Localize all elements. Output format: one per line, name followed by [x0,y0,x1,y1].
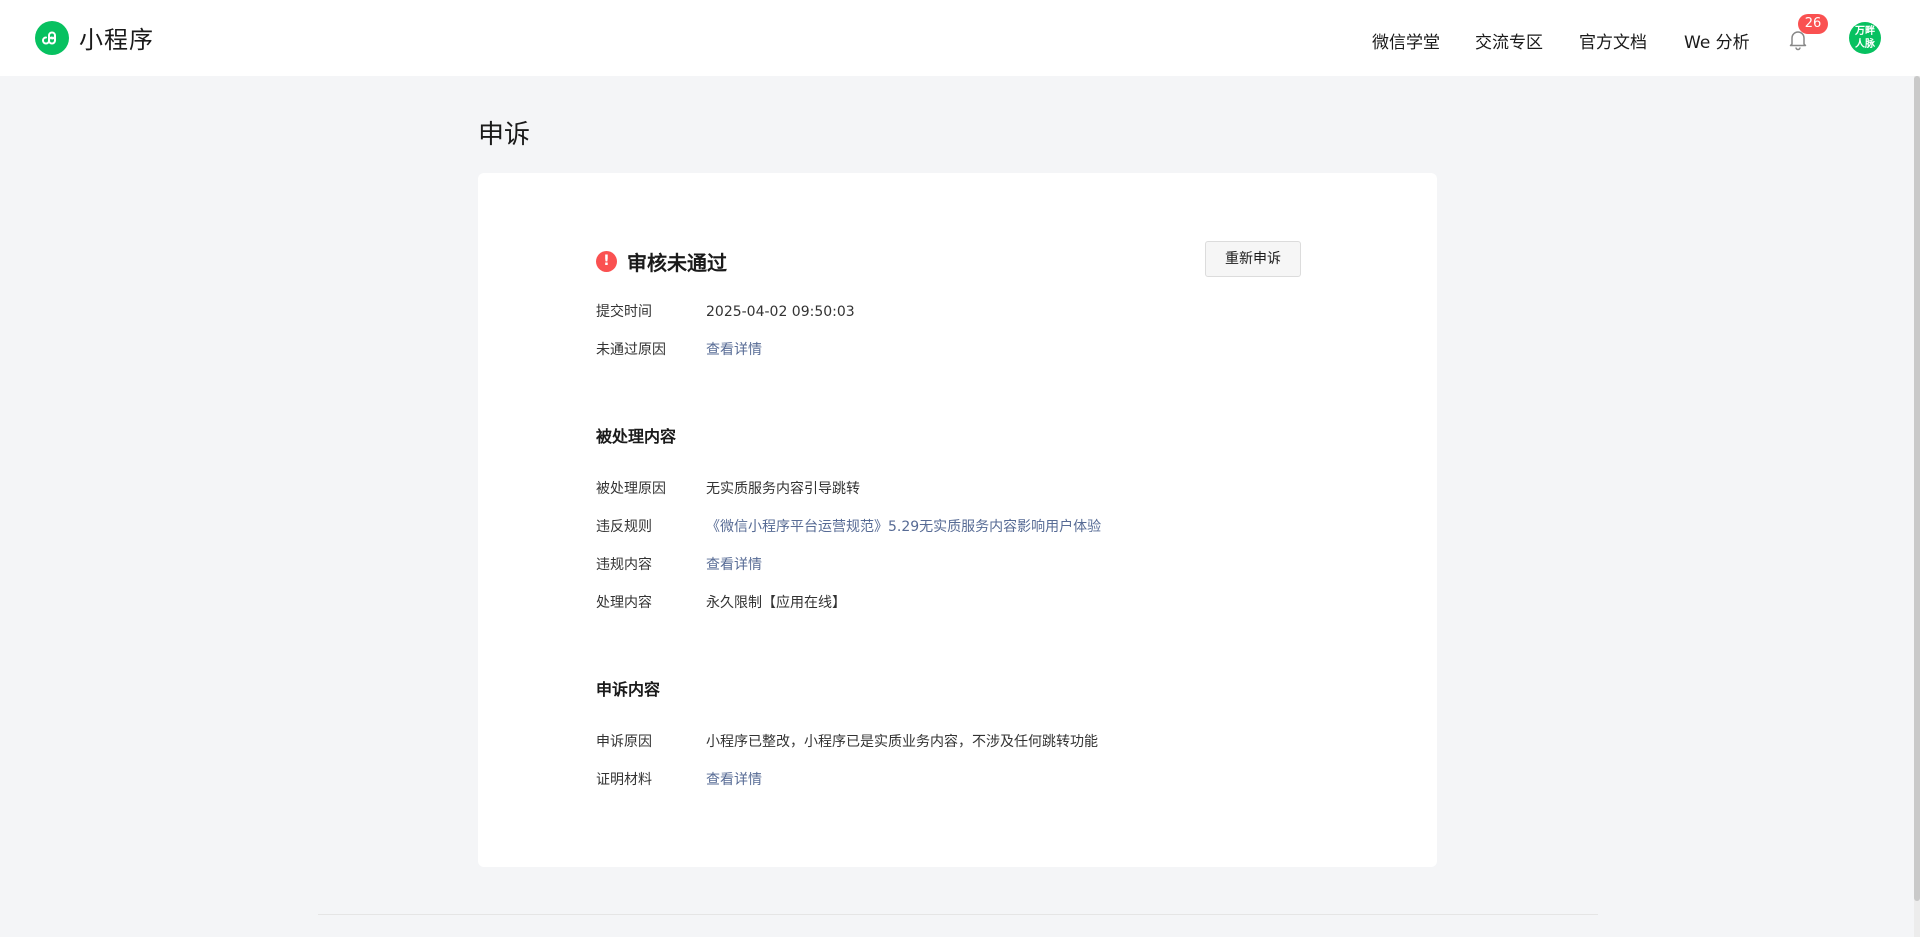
top-bar: 小程序 微信学堂 交流专区 官方文档 We 分析 26 万畔 人脉 [0,0,1920,76]
submit-time-label: 提交时间 [596,304,652,320]
avatar-text-line2: 人脉 [1855,39,1875,50]
processed-section-title: 被处理内容 [596,427,677,446]
evidence-label: 证明材料 [596,772,652,788]
evidence-detail-link[interactable]: 查看详情 [706,770,762,790]
violated-rule-label: 违反规则 [596,519,652,535]
reject-reason-detail-link[interactable]: 查看详情 [706,340,762,360]
review-status-title: 审核未通过 [627,251,727,275]
appeal-detail-card: ! 审核未通过 重新申诉 提交时间 2025-04-02 09:50:03 未通… [478,173,1437,867]
appeal-reason-label: 申诉原因 [596,734,652,750]
notification-badge: 26 [1798,14,1828,34]
nav-wechat-academy[interactable]: 微信学堂 [1372,28,1440,53]
review-status: ! 审核未通过 [596,247,727,276]
violated-rule-link[interactable]: 《微信小程序平台运营规范》5.29无实质服务内容影响用户体验 [706,517,1101,537]
error-icon: ! [596,251,617,272]
avatar[interactable]: 万畔 人脉 [1849,22,1881,54]
nav-community[interactable]: 交流专区 [1475,28,1543,53]
violation-content-label: 违规内容 [596,557,652,573]
reappeal-button[interactable]: 重新申诉 [1205,241,1301,277]
submit-time-value: 2025-04-02 09:50:03 [706,304,855,320]
reject-reason-label: 未通过原因 [596,342,666,358]
page-title: 申诉 [478,120,531,150]
avatar-text-line1: 万畔 [1855,26,1875,37]
brand-name: 小程序 [79,26,154,54]
brand-logo[interactable]: 小程序 [35,20,154,55]
appeal-reason-value: 小程序已整改，小程序已是实质业务内容，不涉及任何跳转功能 [706,734,1098,750]
violation-content-detail-link[interactable]: 查看详情 [706,555,762,575]
footer-divider [318,914,1598,915]
mini-program-logo-icon [35,20,69,55]
action-label: 处理内容 [596,595,652,611]
scrollbar-thumb[interactable] [1914,76,1920,901]
action-value: 永久限制【应用在线】 [706,595,846,611]
appeal-section-title: 申诉内容 [596,680,661,699]
processed-reason-label: 被处理原因 [596,481,666,497]
nav-we-analysis[interactable]: We 分析 [1684,28,1750,53]
processed-reason-value: 无实质服务内容引导跳转 [706,481,860,497]
nav-official-docs[interactable]: 官方文档 [1579,28,1647,53]
